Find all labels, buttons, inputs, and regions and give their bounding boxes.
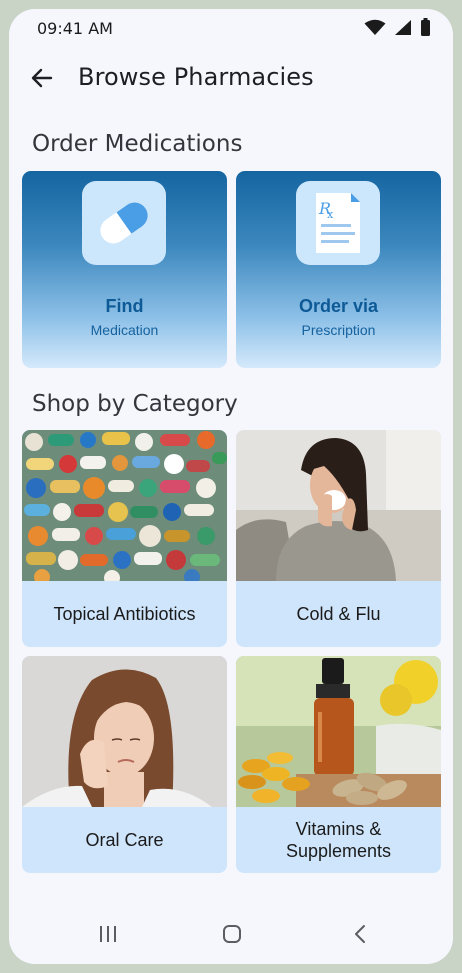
pill-capsule-icon — [100, 202, 148, 244]
status-bar: 09:41 AM — [9, 9, 453, 47]
prescription-rx-icon: R x — [316, 193, 360, 253]
pill-tile — [82, 181, 166, 265]
oral-care-photo — [22, 656, 227, 807]
prescription-card-title: Order via — [298, 296, 379, 316]
category-label: Vitamins & Supplements — [285, 819, 392, 861]
vitamins-image — [236, 656, 441, 807]
svg-text:x: x — [327, 208, 334, 221]
system-nav-bar — [9, 914, 453, 954]
category-label: Topical Antibiotics — [53, 604, 196, 624]
signal-icon — [395, 19, 411, 35]
category-label: Cold & Flu — [296, 604, 381, 624]
order-medications-heading: Order Medications — [32, 131, 243, 157]
recent-apps-icon[interactable] — [98, 924, 118, 944]
category-topical-antibiotics[interactable]: Topical Antibiotics — [22, 430, 227, 647]
phone-screen: 09:41 AM Browse Pharmacies Order Medicat… — [9, 9, 453, 964]
home-icon[interactable] — [222, 924, 242, 944]
find-medication-card[interactable]: Find Medication — [22, 171, 227, 368]
category-oral-care[interactable]: Oral Care — [22, 656, 227, 873]
pills-photo — [22, 430, 227, 581]
vitamins-photo — [236, 656, 441, 807]
wifi-icon — [364, 19, 386, 35]
status-time: 09:41 AM — [37, 19, 113, 38]
shop-by-category-heading: Shop by Category — [32, 391, 238, 417]
page-title: Browse Pharmacies — [78, 63, 314, 91]
pills-image — [22, 430, 227, 581]
arrow-left-icon[interactable] — [29, 65, 55, 91]
oral-care-image — [22, 656, 227, 807]
category-cold-flu[interactable]: Cold & Flu — [236, 430, 441, 647]
cold-flu-image — [236, 430, 441, 581]
status-icons — [364, 18, 431, 36]
battery-icon — [421, 18, 430, 36]
category-label: Oral Care — [85, 830, 164, 850]
app-bar: Browse Pharmacies — [9, 57, 453, 101]
back-chevron-icon[interactable] — [350, 924, 370, 944]
category-vitamins-supplements[interactable]: Vitamins & Supplements — [236, 656, 441, 873]
order-prescription-card[interactable]: R x Order via Prescription — [236, 171, 441, 368]
prescription-tile: R x — [296, 181, 380, 265]
find-card-title: Find — [105, 296, 144, 316]
find-card-subtitle: Medication — [90, 322, 159, 338]
prescription-card-subtitle: Prescription — [301, 322, 376, 338]
cold-flu-photo — [236, 430, 441, 581]
